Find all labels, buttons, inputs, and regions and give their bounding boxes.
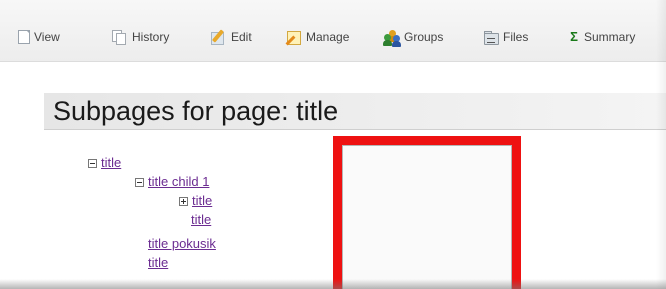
view-label: View (34, 30, 60, 44)
edit-button[interactable]: Edit (211, 29, 252, 45)
subpage-link[interactable]: title pokusik (148, 236, 216, 252)
tree-item: title (191, 212, 211, 228)
groups-button[interactable]: Groups (383, 29, 444, 47)
document-icon (18, 30, 30, 44)
highlight-box (333, 136, 521, 289)
pencil-icon (211, 29, 227, 45)
history-icon (112, 30, 128, 45)
history-label: History (132, 30, 170, 44)
summary-button[interactable]: Σ Summary (568, 29, 635, 45)
tree-item: title (88, 155, 121, 171)
bottom-shadow (0, 279, 666, 289)
groups-icon (383, 30, 401, 47)
edit-label: Edit (231, 30, 252, 44)
files-icon (483, 30, 499, 45)
subpage-link[interactable]: title (191, 212, 211, 228)
page-title: Subpages for page: title (53, 96, 339, 126)
subpage-link[interactable]: title child 1 (148, 174, 209, 190)
history-button[interactable]: History (112, 29, 169, 45)
collapse-toggle-icon[interactable] (88, 158, 97, 168)
manage-button[interactable]: Manage (285, 29, 350, 46)
manage-icon (285, 30, 302, 46)
tree-item: title pokusik (148, 236, 216, 252)
files-label: Files (503, 30, 529, 44)
summary-label: Summary (584, 30, 636, 44)
edge-shadow (656, 0, 666, 289)
subpage-link[interactable]: title (192, 193, 212, 209)
tree-item: title (148, 255, 168, 271)
tree-item: title (179, 193, 212, 209)
collapse-toggle-icon[interactable] (135, 177, 144, 187)
files-button[interactable]: Files (483, 29, 528, 45)
page-toolbar: View History Edit Manage Groups Files Σ … (0, 0, 666, 62)
tree-item: title child 1 (135, 174, 209, 190)
subpage-link[interactable]: title (101, 155, 121, 171)
view-button[interactable]: View (16, 29, 60, 45)
groups-label: Groups (404, 30, 444, 44)
sigma-icon: Σ (570, 29, 578, 44)
manage-label: Manage (306, 30, 350, 44)
subpages-heading-bar: Subpages for page: title (44, 93, 666, 130)
subpage-link[interactable]: title (148, 255, 168, 271)
expand-toggle-icon[interactable] (179, 196, 188, 206)
